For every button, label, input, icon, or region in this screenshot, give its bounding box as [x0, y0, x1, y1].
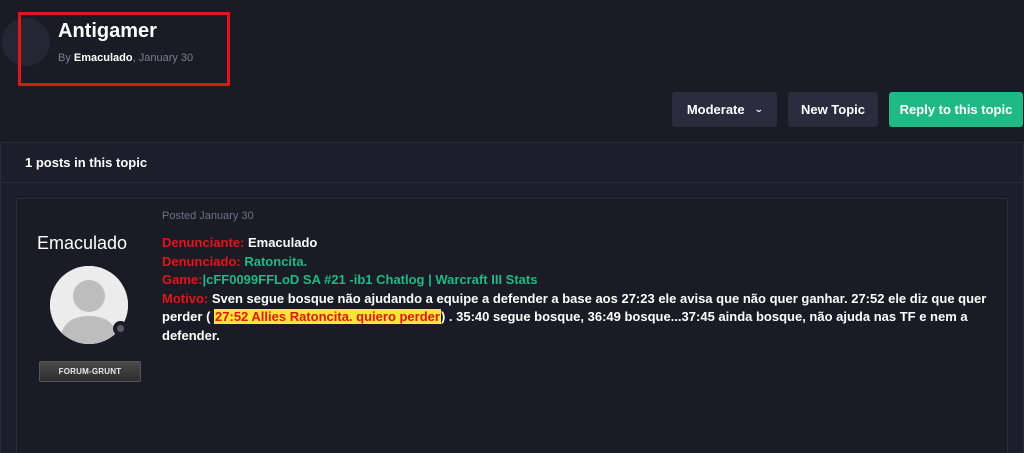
topic-date: January 30 [138, 52, 194, 64]
divider [1, 182, 1023, 183]
moderate-button[interactable]: Moderate ⌄ [672, 92, 777, 127]
game-label: Game: [162, 272, 203, 287]
page-title: Antigamer [58, 20, 157, 42]
chevron-down-icon: ⌄ [753, 104, 764, 114]
denunciante-line: Denunciante: Emaculado [162, 234, 1008, 253]
by-prefix: By [58, 52, 71, 64]
motivo-highlight: 27:52 Allies Ratoncita. quiero perder [214, 309, 441, 324]
motivo-paragraph: Motivo: Sven segue bosque não ajudando a… [162, 290, 1008, 346]
topic-meta: By Emaculado, January 30 [58, 52, 193, 64]
denunciante-label: Denunciante: [162, 235, 245, 250]
moderate-label: Moderate [686, 102, 745, 117]
rank-badge: FORUM-GRUNT [39, 361, 141, 382]
denunciado-label: Denunciado: [162, 253, 241, 269]
denunciante-value: Emaculado [247, 235, 318, 250]
game-link[interactable]: |cFF0099FFLoD SA #21 -ib1 Chatlog | Warc… [202, 272, 537, 287]
date-separator: , [132, 52, 136, 64]
posts-count: 1 posts in this topic [25, 155, 148, 170]
game-line: Game:|cFF0099FFLoD SA #21 -ib1 Chatlog |… [162, 271, 1008, 290]
topic-author-link[interactable]: Emaculado [74, 52, 133, 64]
denunciado-link[interactable]: Ratoncita. [244, 254, 307, 269]
new-topic-button[interactable]: New Topic [788, 92, 878, 127]
denunciado-line: Denunciado: Ratoncita. [162, 253, 1008, 272]
reply-button[interactable]: Reply to this topic [889, 92, 1023, 127]
online-status-indicator [113, 321, 128, 336]
motivo-label: Motivo: [162, 290, 209, 306]
topic-page: Antigamer By Emaculado, January 30 Moder… [0, 0, 1024, 453]
post-author-name[interactable]: Emaculado [37, 233, 127, 254]
post-date[interactable]: Posted January 30 [162, 210, 254, 222]
post-content: Denunciante: Emaculado Denunciado: Raton… [162, 234, 1008, 345]
